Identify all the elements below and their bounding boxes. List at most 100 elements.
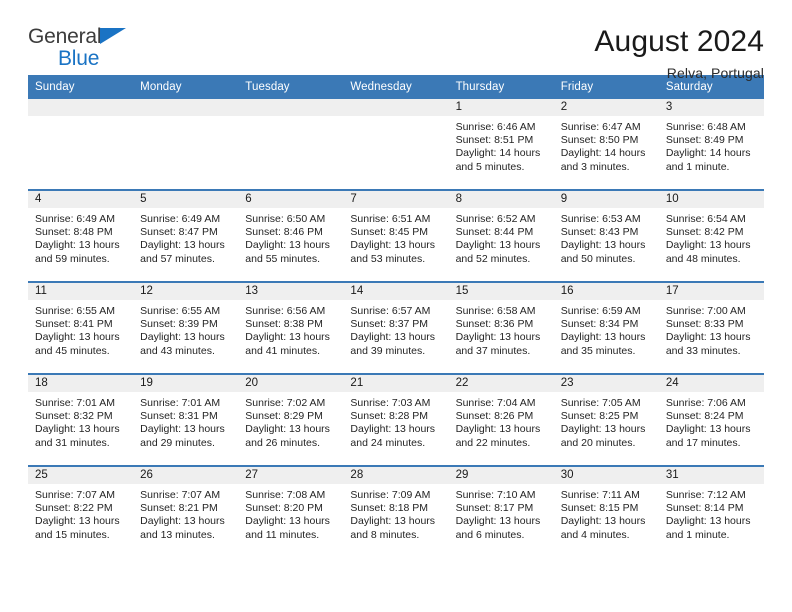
sunset-text: Sunset: 8:28 PM <box>350 410 429 423</box>
daylight-text: Daylight: 13 hours and 59 minutes. <box>35 239 120 265</box>
day-number: 15 <box>448 283 554 300</box>
day-cell-inner: 4 Sunrise: 6:49 AM Sunset: 8:48 PM Daylight… <box>28 191 134 281</box>
calendar-day-cell[interactable]: 26 Sunrise: 7:07 AM Sunset: 8:21 PM Dayligh… <box>133 465 239 557</box>
calendar-day-cell[interactable]: 24 Sunrise: 7:06 AM Sunset: 8:24 PM Dayligh… <box>658 373 764 466</box>
calendar-day-cell[interactable]: 23 Sunrise: 7:05 AM Sunset: 8:25 PM Dayligh… <box>553 373 659 466</box>
day-details: Sunrise: 7:04 AM Sunset: 8:26 PM Daylight:… <box>449 392 554 450</box>
sunrise-text: Sunrise: 6:56 AM <box>245 305 326 317</box>
daylight-text: Daylight: 13 hours and 1 minute. <box>665 515 751 541</box>
calendar-day-cell[interactable]: 22 Sunrise: 7:04 AM Sunset: 8:26 PM Dayligh… <box>448 373 554 466</box>
sunset-text: Sunset: 8:42 PM <box>665 226 744 239</box>
sunset-text: Sunset: 8:15 PM <box>560 502 639 515</box>
sunset-text: Sunset: 8:17 PM <box>455 502 534 515</box>
calendar-week-row: 18 Sunrise: 7:01 AM Sunset: 8:32 PM Dayligh… <box>28 373 764 466</box>
calendar-day-cell[interactable]: 12 Sunrise: 6:55 AM Sunset: 8:39 PM Dayligh… <box>133 281 239 374</box>
calendar-page: General Blue August 2024 Relva, Portugal… <box>0 0 792 612</box>
sunset-text: Sunset: 8:50 PM <box>560 134 639 147</box>
calendar-day-cell[interactable]: 28 Sunrise: 7:09 AM Sunset: 8:18 PM Dayligh… <box>343 465 449 557</box>
daylight-text: Daylight: 13 hours and 41 minutes. <box>245 331 330 357</box>
calendar-day-cell[interactable]: 29 Sunrise: 7:10 AM Sunset: 8:17 PM Dayligh… <box>448 465 554 557</box>
calendar-day-cell[interactable]: 14 Sunrise: 6:57 AM Sunset: 8:37 PM Dayligh… <box>343 281 449 374</box>
calendar-day-cell[interactable]: 20 Sunrise: 7:02 AM Sunset: 8:29 PM Dayligh… <box>238 373 344 466</box>
calendar-day-cell[interactable]: 21 Sunrise: 7:03 AM Sunset: 8:28 PM Dayligh… <box>343 373 449 466</box>
day-number: 18 <box>28 375 134 392</box>
sunrise-text: Sunrise: 7:05 AM <box>560 397 641 409</box>
sunset-text: Sunset: 8:48 PM <box>35 226 113 239</box>
day-cell-inner: 17 Sunrise: 7:00 AM Sunset: 8:33 PM Dayligh… <box>658 283 764 373</box>
day-number: 3 <box>658 99 764 116</box>
day-number: 17 <box>658 283 764 300</box>
day-details: Sunrise: 6:51 AM Sunset: 8:45 PM Daylight:… <box>343 208 448 266</box>
calendar-day-cell[interactable]: 16 Sunrise: 6:59 AM Sunset: 8:34 PM Dayligh… <box>553 281 659 374</box>
day-details: Sunrise: 7:07 AM Sunset: 8:22 PM Daylight:… <box>28 484 133 542</box>
sunrise-text: Sunrise: 7:09 AM <box>350 489 431 501</box>
day-details <box>133 116 238 121</box>
sunset-text: Sunset: 8:51 PM <box>455 134 534 147</box>
day-number: 11 <box>28 283 134 300</box>
calendar-day-cell[interactable]: 5 Sunrise: 6:49 AM Sunset: 8:47 PM Daylight… <box>133 189 239 282</box>
calendar-day-cell[interactable]: 2 Sunrise: 6:47 AM Sunset: 8:50 PM Daylight… <box>553 99 659 190</box>
day-cell-inner: 19 Sunrise: 7:01 AM Sunset: 8:31 PM Dayligh… <box>133 375 239 465</box>
day-details: Sunrise: 6:57 AM Sunset: 8:37 PM Daylight:… <box>343 300 448 358</box>
calendar-day-cell[interactable]: 30 Sunrise: 7:11 AM Sunset: 8:15 PM Dayligh… <box>553 465 659 557</box>
day-cell-inner: 2 Sunrise: 6:47 AM Sunset: 8:50 PM Daylight… <box>553 99 659 189</box>
sunset-text: Sunset: 8:33 PM <box>665 318 744 331</box>
calendar-day-cell[interactable]: 13 Sunrise: 6:56 AM Sunset: 8:38 PM Dayligh… <box>238 281 344 374</box>
calendar-day-cell[interactable]: 17 Sunrise: 7:00 AM Sunset: 8:33 PM Dayligh… <box>658 281 764 374</box>
calendar-day-cell[interactable]: 10 Sunrise: 6:54 AM Sunset: 8:42 PM Dayligh… <box>658 189 764 282</box>
calendar-day-cell[interactable]: 8 Sunrise: 6:52 AM Sunset: 8:44 PM Daylight… <box>448 189 554 282</box>
sunrise-text: Sunrise: 7:06 AM <box>665 397 746 409</box>
calendar-day-cell[interactable]: 31 Sunrise: 7:12 AM Sunset: 8:14 PM Dayligh… <box>658 465 764 557</box>
calendar-day-cell[interactable]: 25 Sunrise: 7:07 AM Sunset: 8:22 PM Dayligh… <box>28 465 134 557</box>
daylight-text: Daylight: 13 hours and 53 minutes. <box>350 239 436 265</box>
day-number: 25 <box>28 467 134 484</box>
calendar-day-cell[interactable]: 1 Sunrise: 6:46 AM Sunset: 8:51 PM Daylight… <box>448 99 554 190</box>
calendar-day-cell[interactable]: 18 Sunrise: 7:01 AM Sunset: 8:32 PM Dayligh… <box>28 373 134 466</box>
calendar-day-cell[interactable]: 15 Sunrise: 6:58 AM Sunset: 8:36 PM Dayligh… <box>448 281 554 374</box>
day-cell-inner: 31 Sunrise: 7:12 AM Sunset: 8:14 PM Dayligh… <box>658 467 764 557</box>
day-details: Sunrise: 7:07 AM Sunset: 8:21 PM Daylight:… <box>133 484 238 542</box>
day-details: Sunrise: 6:58 AM Sunset: 8:36 PM Daylight:… <box>449 300 554 358</box>
day-cell-inner: 22 Sunrise: 7:04 AM Sunset: 8:26 PM Dayligh… <box>448 375 554 465</box>
daylight-text: Daylight: 13 hours and 50 minutes. <box>560 239 646 265</box>
day-details: Sunrise: 7:00 AM Sunset: 8:33 PM Daylight:… <box>659 300 764 358</box>
day-details <box>28 116 133 121</box>
calendar-day-cell[interactable]: 3 Sunrise: 6:48 AM Sunset: 8:49 PM Daylight… <box>658 99 764 190</box>
daylight-text: Daylight: 14 hours and 1 minute. <box>665 147 751 173</box>
calendar-week-row: 25 Sunrise: 7:07 AM Sunset: 8:22 PM Dayligh… <box>28 465 764 557</box>
daylight-text: Daylight: 14 hours and 5 minutes. <box>455 147 541 173</box>
daylight-text: Daylight: 13 hours and 13 minutes. <box>140 515 225 541</box>
sunset-text: Sunset: 8:41 PM <box>35 318 113 331</box>
day-number: 4 <box>28 191 134 208</box>
day-details: Sunrise: 7:05 AM Sunset: 8:25 PM Daylight:… <box>554 392 659 450</box>
sunset-text: Sunset: 8:39 PM <box>140 318 218 331</box>
calendar-day-cell[interactable]: 19 Sunrise: 7:01 AM Sunset: 8:31 PM Dayligh… <box>133 373 239 466</box>
calendar-day-cell[interactable]: 27 Sunrise: 7:08 AM Sunset: 8:20 PM Dayligh… <box>238 465 344 557</box>
day-details <box>343 116 448 121</box>
sunset-text: Sunset: 8:49 PM <box>665 134 744 147</box>
sunset-text: Sunset: 8:18 PM <box>350 502 429 515</box>
daylight-text: Daylight: 13 hours and 4 minutes. <box>560 515 646 541</box>
sunrise-text: Sunrise: 7:07 AM <box>35 489 115 501</box>
sunrise-text: Sunrise: 6:57 AM <box>350 305 431 317</box>
day-number: 22 <box>448 375 554 392</box>
day-details: Sunrise: 6:47 AM Sunset: 8:50 PM Daylight:… <box>554 116 659 174</box>
calendar-day-cell[interactable]: 4 Sunrise: 6:49 AM Sunset: 8:48 PM Daylight… <box>28 189 134 282</box>
day-number: 13 <box>238 283 344 300</box>
calendar-day-cell[interactable]: 6 Sunrise: 6:50 AM Sunset: 8:46 PM Daylight… <box>238 189 344 282</box>
calendar-day-cell[interactable]: 7 Sunrise: 6:51 AM Sunset: 8:45 PM Daylight… <box>343 189 449 282</box>
brand-logo[interactable]: General Blue <box>28 26 148 69</box>
calendar-day-cell[interactable]: 11 Sunrise: 6:55 AM Sunset: 8:41 PM Dayligh… <box>28 281 134 374</box>
day-number: 6 <box>238 191 344 208</box>
day-details: Sunrise: 7:06 AM Sunset: 8:24 PM Daylight:… <box>659 392 764 450</box>
day-details: Sunrise: 7:01 AM Sunset: 8:31 PM Daylight:… <box>133 392 238 450</box>
day-cell-inner <box>133 99 239 189</box>
sunrise-text: Sunrise: 6:46 AM <box>455 121 536 133</box>
day-cell-inner: 11 Sunrise: 6:55 AM Sunset: 8:41 PM Dayligh… <box>28 283 134 373</box>
sunset-text: Sunset: 8:22 PM <box>35 502 113 515</box>
day-cell-inner: 28 Sunrise: 7:09 AM Sunset: 8:18 PM Dayligh… <box>343 467 449 557</box>
sunset-text: Sunset: 8:32 PM <box>35 410 113 423</box>
calendar-day-cell[interactable]: 9 Sunrise: 6:53 AM Sunset: 8:43 PM Daylight… <box>553 189 659 282</box>
sunset-text: Sunset: 8:14 PM <box>665 502 744 515</box>
day-number: 9 <box>553 191 659 208</box>
